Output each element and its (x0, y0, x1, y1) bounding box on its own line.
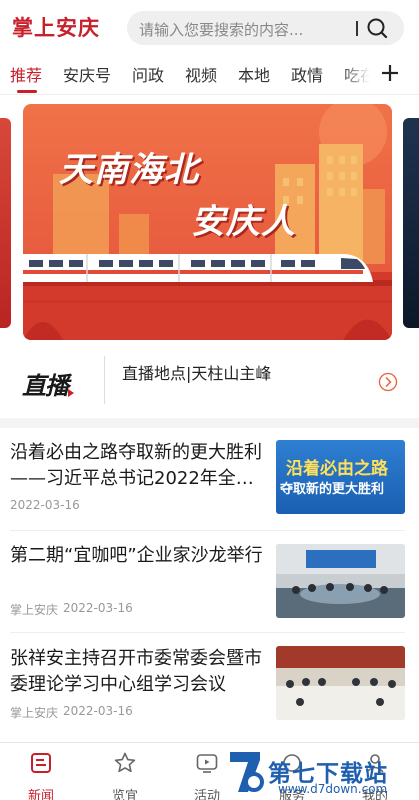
active-tab-indicator (17, 90, 37, 93)
app-logo: 掌上安庆 (12, 15, 100, 40)
carousel-prev-slide[interactable] (0, 118, 11, 328)
news-divider (10, 632, 405, 633)
watermark-url: www.d7down.com (278, 782, 388, 796)
site-watermark: 第七下载站 www.d7down.com (226, 744, 419, 800)
play-icon (68, 389, 74, 397)
news-source: 掌上安庆 (10, 706, 59, 720)
app-header: 掌上安庆 请输入您要搜索的内容... (0, 0, 419, 56)
news-icon (31, 753, 51, 773)
channel-tabs: 推荐 安庆号 问政 视频 本地 政情 吃在 (0, 58, 419, 94)
thumb-headline-1: 沿着必由之路 (286, 459, 388, 479)
search-input[interactable]: 请输入您要搜索的内容... (139, 19, 303, 40)
tab-local[interactable]: 本地 (238, 62, 270, 86)
chevron-right-icon[interactable] (378, 372, 398, 392)
news-item[interactable]: 沿着必由之路夺取新的更大胜利——习近平总书记2022年全… 2022-03-16… (0, 440, 419, 528)
section-gap (0, 418, 419, 428)
news-item[interactable]: 张祥安主持召开市委常委会暨市委理论学习中心组学习会议 掌上安庆 2022-03-… (0, 646, 419, 726)
watermark-logo-icon (230, 752, 264, 792)
banner-headline-1: 天南海北 (59, 150, 199, 190)
tab-recommend[interactable]: 推荐 (10, 62, 42, 86)
news-title: 张祥安主持召开市委常委会暨市委理论学习中心组学习会议 (10, 648, 262, 695)
tv-icon (196, 754, 218, 773)
nav-news-label: 新闻 (27, 789, 54, 800)
nav-browse[interactable]: 览宜 (95, 751, 155, 800)
live-row[interactable]: 直播 直播地点|天柱山主峰 (0, 348, 419, 418)
news-thumbnail: 沿着必由之路 夺取新的更大胜利 (276, 440, 405, 514)
thumb-headline-2: 夺取新的更大胜利 (280, 482, 385, 497)
star-icon (114, 752, 136, 773)
news-source: 掌上安庆 (10, 603, 59, 617)
news-title: 沿着必由之路夺取新的更大胜利——习近平总书记2022年全… (10, 442, 262, 489)
banner-slide[interactable]: 天南海北 安庆人 (23, 104, 392, 340)
news-item[interactable]: 第二期“宜咖吧”企业家沙龙举行 掌上安庆 2022-03-16 (0, 543, 419, 621)
tab-wenzheng[interactable]: 问政 (132, 62, 164, 86)
search-box[interactable]: 请输入您要搜索的内容... (127, 11, 404, 45)
tabs-divider (0, 94, 419, 95)
tab-politics[interactable]: 政情 (291, 62, 323, 86)
news-title: 第二期“宜咖吧”企业家沙龙举行 (10, 545, 263, 566)
nav-browse-label: 览宜 (111, 789, 138, 800)
live-divider (104, 356, 105, 404)
news-date: 2022-03-16 (10, 498, 80, 512)
news-date: 2022-03-16 (63, 704, 133, 718)
live-location: 直播地点|天柱山主峰 (122, 364, 272, 383)
news-thumbnail (276, 646, 405, 720)
news-thumbnail (276, 544, 405, 618)
search-icon[interactable] (366, 17, 388, 39)
tab-video[interactable]: 视频 (185, 62, 217, 86)
search-divider (356, 21, 358, 36)
news-divider (10, 530, 405, 531)
tab-fade (340, 58, 370, 92)
live-logo: 直播 (22, 372, 69, 400)
banner-headline-2: 安庆人 (191, 202, 296, 242)
tab-anqing-hao[interactable]: 安庆号 (63, 62, 111, 86)
carousel-next-slide[interactable] (403, 118, 419, 328)
add-channel-icon[interactable] (379, 62, 401, 84)
news-date: 2022-03-16 (63, 601, 133, 615)
nav-news[interactable]: 新闻 (11, 751, 71, 800)
